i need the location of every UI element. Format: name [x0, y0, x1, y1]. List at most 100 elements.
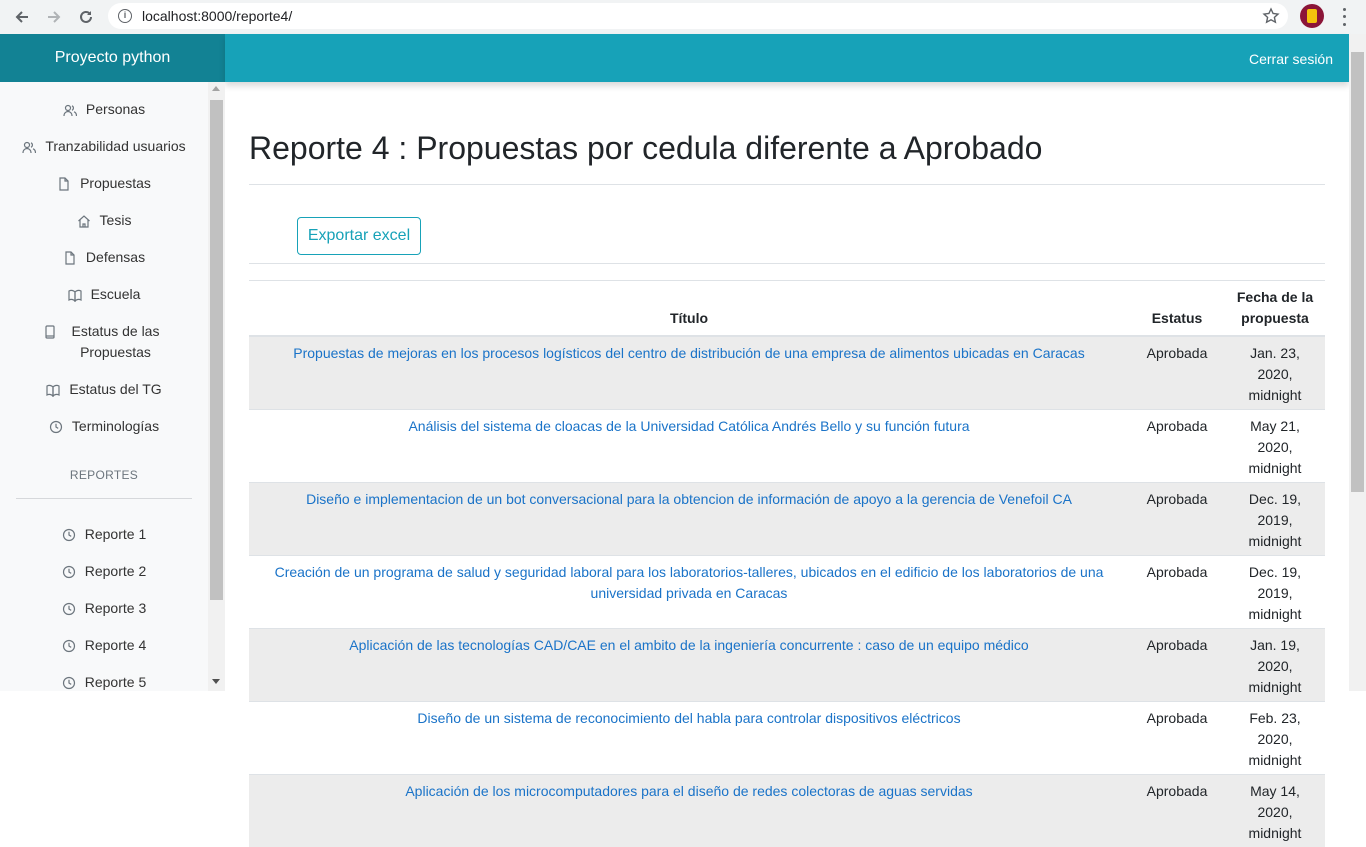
proposals-table: Título Estatus Fecha de la propuesta Pro…: [249, 280, 1325, 847]
proposal-status: Aprobada: [1129, 410, 1225, 483]
proposal-date: May 14, 2020, midnight: [1225, 775, 1325, 847]
column-header-date[interactable]: Fecha de la propuesta: [1225, 281, 1325, 337]
sidebar-report-4[interactable]: Reporte 4: [0, 635, 208, 656]
clock-icon: [62, 602, 76, 616]
sidebar-scrollbar-thumb[interactable]: [210, 100, 223, 600]
proposal-title-link[interactable]: Diseño de un sistema de reconocimiento d…: [249, 702, 1129, 775]
proposal-title-link[interactable]: Propuestas de mejoras en los procesos lo…: [249, 336, 1129, 410]
table-row: Aplicación de los microcomputadores para…: [249, 775, 1325, 847]
users-icon: [63, 103, 77, 117]
sidebar-item-escuela[interactable]: Escuela: [0, 284, 208, 305]
proposal-date-line1: May 14, 2020,: [1250, 783, 1300, 820]
scroll-down-icon[interactable]: [212, 679, 220, 684]
sidebar-item-personas[interactable]: Personas: [0, 99, 208, 120]
clock-icon: [49, 420, 63, 434]
forward-button[interactable]: [38, 2, 70, 32]
column-header-title[interactable]: Título: [249, 281, 1129, 337]
sidebar-item-label: Tranzabilidad usuarios: [45, 136, 185, 157]
reload-icon: [77, 8, 95, 26]
address-bar[interactable]: i localhost:8000/reporte4/: [108, 3, 1288, 29]
table-body: Propuestas de mejoras en los procesos lo…: [249, 336, 1325, 847]
clock-icon: [62, 639, 76, 653]
sidebar-item-label: Estatus de las Propuestas: [66, 321, 166, 363]
sidebar-item-tesis[interactable]: Tesis: [0, 210, 208, 231]
scroll-up-icon[interactable]: [212, 86, 220, 91]
column-header-date-line1: Fecha de la: [1237, 289, 1313, 305]
sidebar-item-label: Defensas: [86, 247, 145, 268]
sidebar-report-label: Reporte 5: [85, 672, 146, 691]
proposal-date-line2: midnight: [1249, 825, 1302, 841]
browser-menu-icon[interactable]: [1336, 6, 1352, 28]
page-title: Reporte 4 : Propuestas por cedula difere…: [249, 130, 1042, 167]
clock-icon: [62, 565, 76, 579]
page-scrollbar-thumb[interactable]: [1351, 52, 1364, 492]
proposal-title-link[interactable]: Aplicación de los microcomputadores para…: [249, 775, 1129, 847]
sidebar-report-1[interactable]: Reporte 1: [0, 524, 208, 545]
home-icon: [77, 214, 91, 228]
book-icon: [43, 325, 57, 339]
proposal-date-line1: Jan. 19, 2020,: [1250, 637, 1300, 674]
proposal-date-line2: midnight: [1249, 533, 1302, 549]
sidebar-report-3[interactable]: Reporte 3: [0, 598, 208, 619]
proposal-date: Feb. 23, 2020,midnight: [1225, 702, 1325, 775]
table-row: Análisis del sistema de cloacas de la Un…: [249, 410, 1325, 483]
clock-icon: [62, 676, 76, 690]
proposal-title-link[interactable]: Análisis del sistema de cloacas de la Un…: [249, 410, 1129, 483]
reload-button[interactable]: [70, 2, 102, 32]
sidebar-report-2[interactable]: Reporte 2: [0, 561, 208, 582]
export-excel-button[interactable]: Exportar excel: [297, 217, 421, 255]
sidebar-report-label: Reporte 2: [85, 561, 146, 582]
sidebar-item-label: Terminologías: [72, 416, 159, 437]
sidebar-report-label: Reporte 4: [85, 635, 146, 656]
sidebar-report-label: Reporte 1: [85, 524, 146, 545]
users-icon: [22, 140, 36, 154]
url-text: localhost:8000/reporte4/: [142, 8, 292, 24]
sidebar-item-estatus-del-tg[interactable]: Estatus del TG: [0, 379, 208, 400]
sidebar-report-5[interactable]: Reporte 5: [0, 672, 208, 691]
reports-heading: REPORTES: [0, 468, 208, 482]
arrow-left-icon: [13, 8, 31, 26]
sidebar-divider: [16, 498, 192, 499]
proposal-status: Aprobada: [1129, 702, 1225, 775]
brand-title[interactable]: Proyecto python: [0, 34, 225, 82]
section-divider: [249, 263, 1325, 264]
proposal-date-line1: May 21, 2020,: [1250, 418, 1300, 455]
proposal-status: Aprobada: [1129, 775, 1225, 847]
proposal-date-line1: Dec. 19, 2019,: [1249, 491, 1301, 528]
sidebar-item-label: Personas: [86, 99, 145, 120]
browser-toolbar: i localhost:8000/reporte4/: [0, 0, 1366, 34]
sidebar-item-label: Tesis: [100, 210, 132, 231]
title-divider: [249, 184, 1325, 185]
proposal-date-line1: Jan. 23, 2020,: [1250, 345, 1300, 382]
proposal-date-line2: midnight: [1249, 460, 1302, 476]
profile-avatar[interactable]: [1300, 4, 1324, 28]
table-row: Diseño de un sistema de reconocimiento d…: [249, 702, 1325, 775]
book-open-icon: [68, 288, 82, 302]
back-button[interactable]: [6, 2, 38, 32]
proposal-title-link[interactable]: Diseño e implementacion de un bot conver…: [249, 483, 1129, 556]
file-icon: [57, 177, 71, 191]
proposal-title-link[interactable]: Creación de un programa de salud y segur…: [249, 556, 1129, 629]
book-open-icon: [46, 383, 60, 397]
proposal-date: Dec. 19, 2019,midnight: [1225, 556, 1325, 629]
info-icon[interactable]: i: [118, 9, 132, 23]
sidebar-item-estatus-de-las-propuestas[interactable]: Estatus de las Propuestas: [0, 321, 208, 363]
sidebar-item-terminologías[interactable]: Terminologías: [0, 416, 208, 437]
file-icon: [63, 251, 77, 265]
column-header-status[interactable]: Estatus: [1129, 281, 1225, 337]
sidebar-item-label: Propuestas: [80, 173, 151, 194]
proposal-date: Dec. 19, 2019, midnight: [1225, 483, 1325, 556]
sidebar: REPORTES Personas Tranzabilidad usuarios P…: [0, 82, 208, 691]
sidebar-item-propuestas[interactable]: Propuestas: [0, 173, 208, 194]
proposal-date-line1: Feb. 23, 2020,: [1249, 710, 1300, 747]
bookmark-star-icon[interactable]: [1262, 7, 1280, 30]
top-navbar: Cerrar sesión: [225, 34, 1349, 82]
proposal-status: Aprobada: [1129, 556, 1225, 629]
sidebar-item-defensas[interactable]: Defensas: [0, 247, 208, 268]
logout-link[interactable]: Cerrar sesión: [1249, 51, 1333, 67]
proposal-status: Aprobada: [1129, 483, 1225, 556]
sidebar-item-label: Escuela: [91, 284, 141, 305]
arrow-right-icon: [45, 8, 63, 26]
proposal-date: May 21, 2020, midnight: [1225, 410, 1325, 483]
sidebar-item-tranzabilidad-usuarios[interactable]: Tranzabilidad usuarios: [0, 136, 208, 157]
